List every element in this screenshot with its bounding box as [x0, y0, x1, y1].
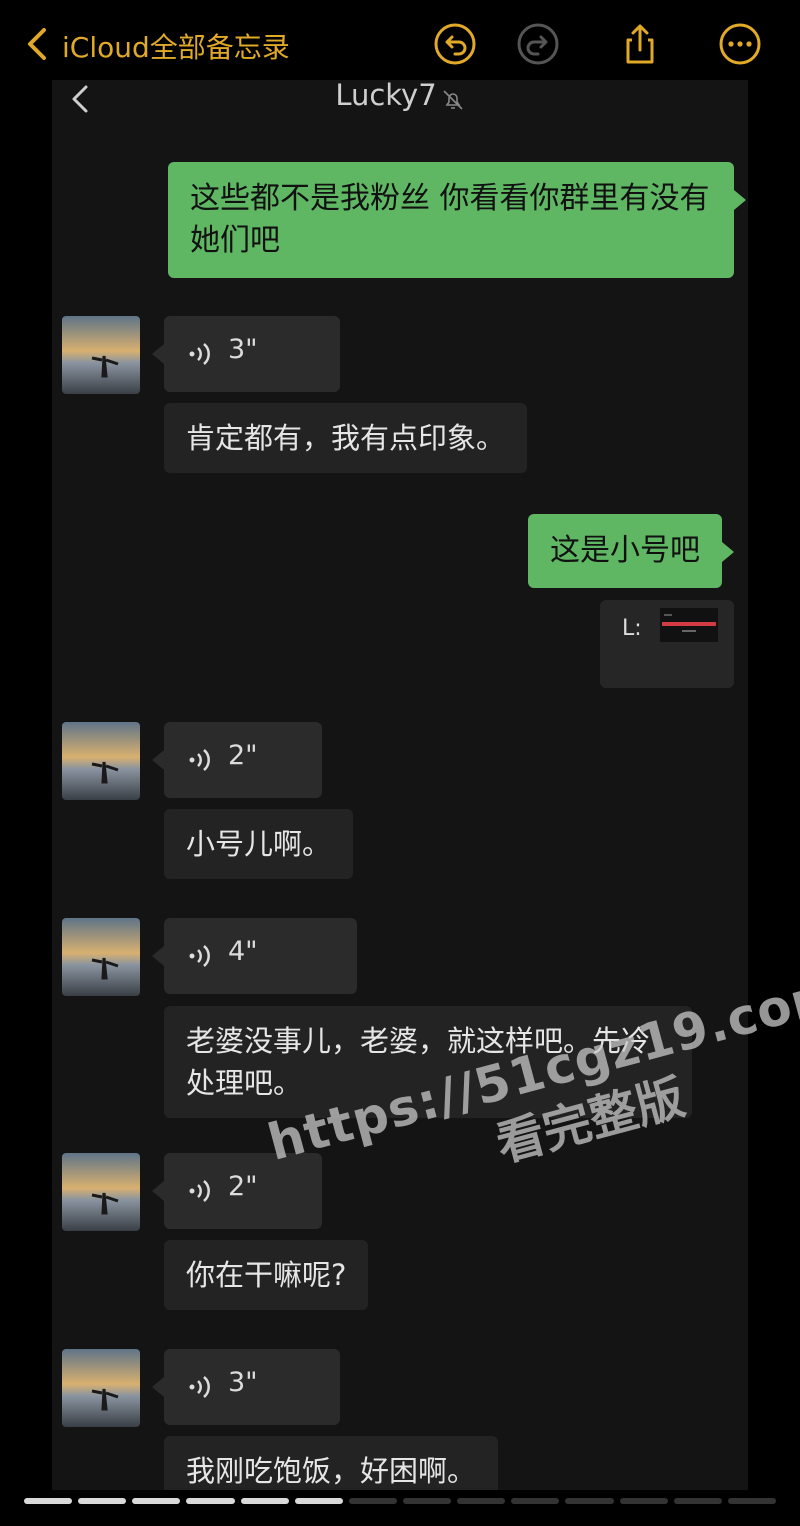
outgoing-message: 这是小号吧: [528, 514, 734, 588]
voice-message[interactable]: 2": [152, 1153, 322, 1229]
chat-screenshot: Lucky7 这些都不是我粉丝 你看看你群里有没有她们吧 3" 肯定都有，我有点…: [52, 80, 748, 1490]
more-icon[interactable]: [718, 22, 762, 66]
page-dot[interactable]: [132, 1498, 181, 1504]
page-dot[interactable]: [240, 1498, 289, 1504]
page-dot[interactable]: [186, 1498, 235, 1504]
chat-title: Lucky7: [52, 80, 748, 112]
image-thumbnail: [660, 608, 718, 642]
avatar[interactable]: [62, 316, 140, 394]
page-dot[interactable]: [457, 1498, 506, 1504]
incoming-transcript: 肯定都有，我有点印象。: [164, 403, 528, 473]
avatar[interactable]: [62, 918, 140, 996]
contact-name: Lucky7: [335, 80, 437, 112]
incoming-transcript: 你在干嘛呢?: [164, 1240, 369, 1310]
voice-message[interactable]: 2": [152, 722, 322, 798]
outgoing-message: 这些都不是我粉丝 你看看你群里有没有她们吧: [168, 162, 746, 278]
redo-icon[interactable]: [516, 22, 560, 66]
back-to-all-notes-link[interactable]: iCloud全部备忘录: [62, 26, 290, 66]
voice-duration: 4": [228, 936, 258, 967]
share-icon[interactable]: [618, 22, 662, 66]
page-dot[interactable]: [673, 1498, 722, 1504]
avatar[interactable]: [62, 1349, 140, 1427]
page-dot[interactable]: [565, 1498, 614, 1504]
voice-wave-icon: [188, 746, 216, 774]
voice-wave-icon: [188, 942, 216, 970]
voice-wave-icon: [188, 1373, 216, 1401]
page-dot[interactable]: [402, 1498, 452, 1504]
incoming-transcript: 我刚吃饱饭，好困啊。: [164, 1436, 499, 1490]
incoming-transcript: 小号儿啊。: [164, 809, 354, 879]
voice-wave-icon: [188, 340, 216, 368]
voice-duration: 3": [228, 334, 258, 365]
page-dot[interactable]: [348, 1498, 397, 1504]
voice-duration: 2": [228, 1171, 258, 1202]
page-dot[interactable]: [78, 1498, 127, 1504]
voice-duration: 2": [228, 740, 258, 771]
avatar[interactable]: [62, 1153, 140, 1231]
page-dot[interactable]: [294, 1498, 343, 1504]
page-dot[interactable]: [24, 1498, 73, 1504]
voice-duration: 3": [228, 1367, 258, 1398]
incoming-transcript: 老婆没事儿，老婆，就这样吧。先冷处理吧。: [164, 1006, 692, 1118]
outgoing-image[interactable]: L:: [600, 600, 734, 688]
page-dot[interactable]: [727, 1498, 776, 1504]
page-dot[interactable]: [619, 1498, 668, 1504]
voice-message[interactable]: 3": [152, 316, 340, 392]
notes-toolbar: iCloud全部备忘录: [0, 0, 800, 88]
back-chevron-icon[interactable]: [18, 24, 58, 64]
page-dot[interactable]: [511, 1498, 560, 1504]
voice-message[interactable]: 3": [152, 1349, 340, 1425]
avatar[interactable]: [62, 722, 140, 800]
page-indicator[interactable]: [24, 1498, 776, 1506]
voice-wave-icon: [188, 1177, 216, 1205]
mute-bell-icon: [441, 85, 465, 110]
undo-icon[interactable]: [433, 22, 477, 66]
chat-header: Lucky7: [52, 80, 748, 140]
voice-message[interactable]: 4": [152, 918, 357, 994]
